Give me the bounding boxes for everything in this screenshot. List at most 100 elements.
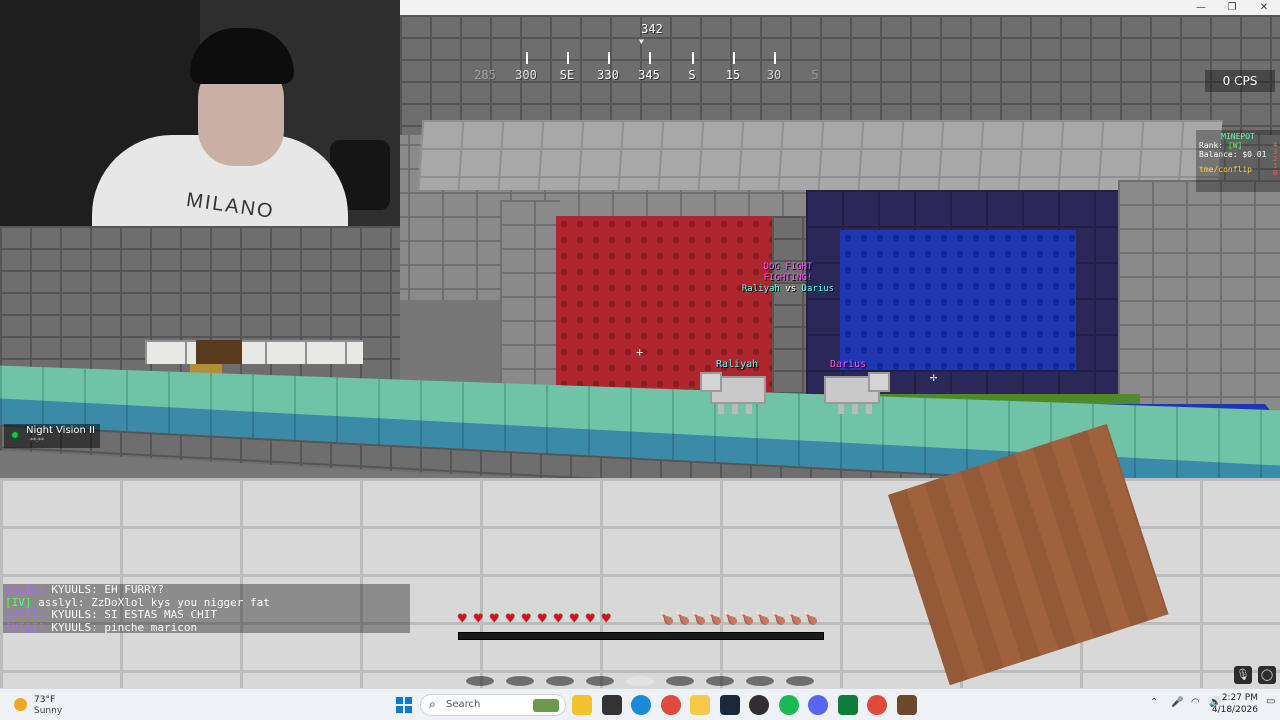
heart-icon: ♥ bbox=[490, 611, 499, 627]
chat-line: [VIII] KYUULS: SI ESTAS MAS CHIT bbox=[5, 609, 410, 622]
obs-icon[interactable] bbox=[749, 695, 769, 715]
arena-pillar-right bbox=[1118, 180, 1280, 420]
compass-label: 300 bbox=[515, 68, 537, 82]
app-green-icon[interactable] bbox=[837, 695, 858, 715]
hunger-icon: 🍗 bbox=[722, 611, 739, 626]
rank-label: Rank: bbox=[1199, 141, 1224, 150]
fight-matchup: Raliyah vs Darius bbox=[738, 284, 838, 295]
close-button[interactable]: ✕ bbox=[1249, 0, 1279, 15]
heart-icon: ♥ bbox=[474, 611, 483, 627]
hunger-icon: 🍗 bbox=[770, 611, 787, 626]
chevron-up-icon[interactable]: ⌃ bbox=[1150, 697, 1158, 708]
sun-icon bbox=[14, 698, 27, 711]
compass-tick bbox=[733, 52, 735, 64]
hotbar-slot[interactable] bbox=[706, 676, 734, 686]
chat-message: SI ESTAS MAS CHIT bbox=[104, 609, 217, 621]
chat-line: [VIII] KYUULS: pinche maricon bbox=[5, 622, 410, 635]
hotbar-slot[interactable] bbox=[466, 676, 494, 686]
hunger-icon: 🍗 bbox=[754, 611, 771, 626]
effect-time: **:** bbox=[30, 437, 45, 444]
settings-circle-icon[interactable]: ◯ bbox=[1258, 666, 1276, 684]
compass-tick bbox=[526, 52, 528, 64]
compass-heading: 342 bbox=[641, 22, 663, 36]
heart-icon: ♥ bbox=[506, 611, 515, 627]
search-highlight-icon bbox=[533, 699, 559, 712]
chat-user: KYUULS: bbox=[51, 584, 98, 596]
quartz-counter bbox=[145, 340, 363, 364]
start-button[interactable] bbox=[396, 697, 412, 713]
hunger-icon: 🍗 bbox=[802, 611, 819, 626]
windows-taskbar: 73°F Sunny ⌕ Search ⌃ 🎤 ◠ 🔊 2:27 PM 4/18… bbox=[0, 688, 1280, 720]
clock-time: 2:27 PM bbox=[1221, 693, 1258, 703]
potion-effect: Night Vision II **:** bbox=[4, 424, 100, 448]
compass-label: 285 bbox=[474, 68, 496, 82]
hotbar-slot[interactable] bbox=[626, 676, 654, 686]
compass-tick bbox=[774, 52, 776, 64]
scoreboard-title: MINEPOT bbox=[1221, 132, 1255, 141]
chat-user: KYUULS: bbox=[51, 621, 98, 634]
system-clock[interactable]: 2:27 PM 4/18/2026 bbox=[1198, 692, 1258, 716]
chat-rank: [VIII] bbox=[5, 584, 45, 596]
spotify-icon[interactable] bbox=[778, 695, 799, 715]
wood-block bbox=[196, 340, 242, 364]
chat-message: pinche maricon bbox=[104, 621, 198, 634]
discord-icon[interactable] bbox=[808, 695, 828, 715]
taskbar-search[interactable]: ⌕ Search bbox=[420, 694, 566, 716]
weather-temp: 73°F bbox=[34, 695, 56, 705]
compass-label: 5 bbox=[811, 68, 819, 82]
minecraft-icon[interactable] bbox=[896, 695, 917, 715]
cps-counter: 0 CPS bbox=[1205, 70, 1275, 92]
hotbar-slot[interactable] bbox=[666, 676, 694, 686]
arena-divider bbox=[772, 216, 808, 396]
ceiling-ledge bbox=[417, 120, 1223, 190]
microphone-icon[interactable]: 🎙 bbox=[1234, 666, 1252, 684]
wolf-raliyah[interactable] bbox=[700, 372, 766, 414]
heart-icon: ♥ bbox=[538, 611, 547, 627]
minimize-button[interactable]: — bbox=[1186, 0, 1216, 15]
wolf-nametag-left: Raliyah bbox=[716, 359, 759, 370]
balance-label: Balance: bbox=[1199, 150, 1238, 159]
heart-icon: ♥ bbox=[586, 611, 595, 627]
status-bars: ♥ ♥ ♥ ♥ ♥ ♥ ♥ ♥ ♥ ♥ 🍗 🍗 🍗 🍗 🍗 🍗 🍗 🍗 🍗 🍗 bbox=[458, 612, 824, 644]
edge-icon[interactable] bbox=[631, 695, 651, 715]
chat-user: KYUULS: bbox=[51, 609, 98, 621]
heart-icon: ♥ bbox=[554, 611, 563, 627]
hunger-icon: 🍗 bbox=[690, 611, 707, 626]
microphone-tray-icon[interactable]: 🎤 bbox=[1171, 697, 1183, 708]
webcam-overlay: MILANO bbox=[0, 0, 400, 226]
chat-box: [VIII] KYUULS: EH FURRY? [IV] asslyl: Zz… bbox=[3, 584, 410, 633]
chat-user: asslyl: bbox=[38, 596, 85, 609]
chat-rank: [VIII] bbox=[5, 609, 45, 621]
hotbar-slot[interactable] bbox=[586, 676, 614, 686]
compass-label: S bbox=[688, 68, 696, 82]
chrome-icon[interactable] bbox=[660, 695, 681, 715]
wolf-nametag-right: Darius bbox=[830, 359, 867, 370]
search-placeholder: Search bbox=[446, 699, 481, 710]
compass-label: 15 bbox=[725, 68, 741, 82]
chrome-icon-2[interactable] bbox=[867, 695, 887, 715]
fighter-right: Darius bbox=[801, 284, 835, 294]
chat-rank: [VIII] bbox=[5, 621, 45, 634]
chat-line: [VIII] KYUULS: EH FURRY? bbox=[5, 584, 410, 597]
wolf-darius[interactable] bbox=[824, 376, 880, 404]
hunger-icon: 🍗 bbox=[738, 611, 755, 626]
fight-hologram: DOG FIGHT FIGHTING! Raliyah vs Darius bbox=[738, 262, 838, 295]
file-explorer-icon[interactable] bbox=[572, 695, 592, 715]
compass-tick bbox=[567, 52, 569, 64]
hotbar-slot[interactable] bbox=[546, 676, 574, 686]
maximize-button[interactable]: ❐ bbox=[1217, 0, 1247, 15]
steam-icon[interactable] bbox=[719, 695, 740, 715]
task-view-icon[interactable] bbox=[601, 695, 622, 715]
window-titlebar: — ❐ ✕ bbox=[400, 0, 1280, 15]
folder-icon[interactable] bbox=[690, 695, 710, 715]
compass-label: 345 bbox=[638, 68, 660, 82]
effect-name: Night Vision II bbox=[26, 425, 95, 436]
notification-icon[interactable]: ▭ bbox=[1266, 696, 1275, 707]
heart-icon: ♥ bbox=[602, 611, 611, 627]
hotbar-slot[interactable] bbox=[506, 676, 534, 686]
hotbar-slot[interactable] bbox=[786, 676, 814, 686]
fighter-left: Raliyah bbox=[741, 284, 780, 294]
arena-pillar-left bbox=[500, 200, 560, 400]
scoreboard-scores: 43210 bbox=[1273, 141, 1278, 177]
hotbar-slot[interactable] bbox=[746, 676, 774, 686]
